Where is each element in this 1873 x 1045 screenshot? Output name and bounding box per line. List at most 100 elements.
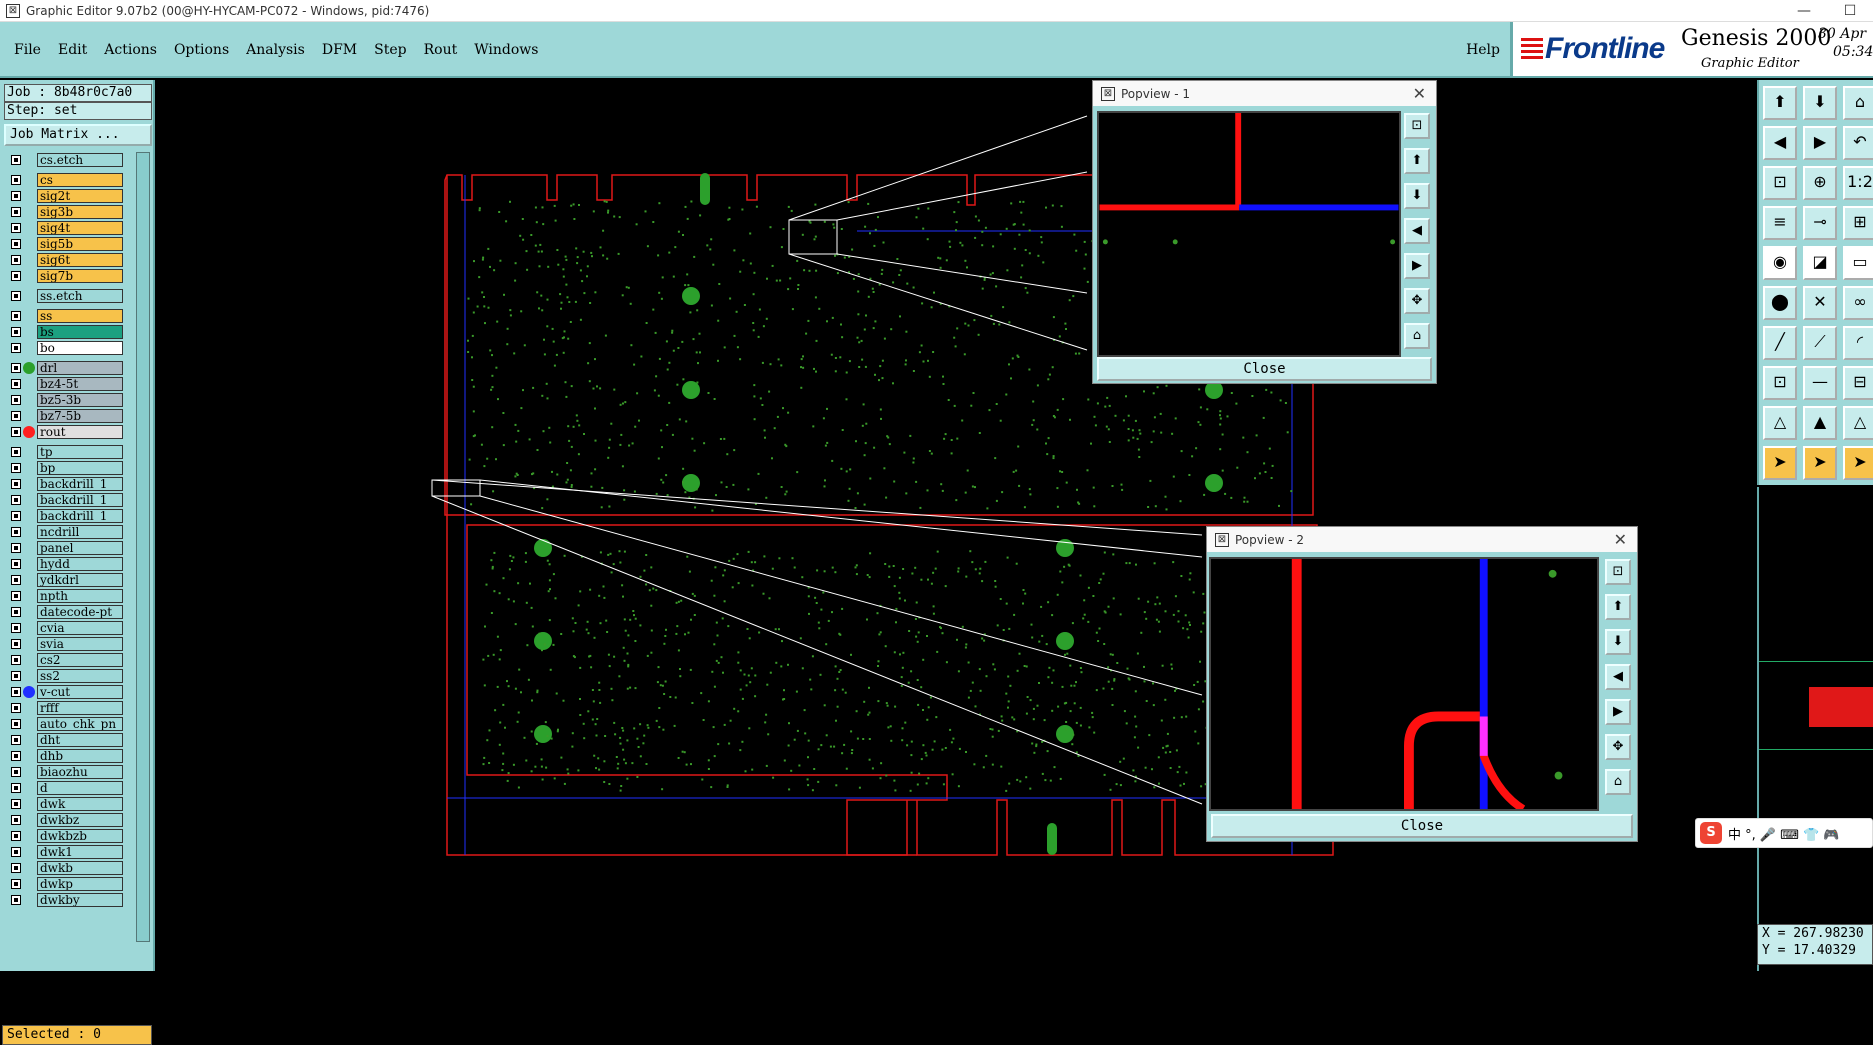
layer-row[interactable]: sig6t bbox=[4, 252, 124, 267]
layer-checkbox[interactable] bbox=[11, 254, 21, 265]
layer-checkbox[interactable] bbox=[11, 750, 21, 761]
layer-checkbox[interactable] bbox=[11, 378, 21, 389]
layer-row[interactable]: backdrill_1 bbox=[4, 492, 124, 507]
undo-icon[interactable]: ↶ bbox=[1843, 126, 1873, 160]
layer-name[interactable]: dwkby bbox=[37, 892, 123, 907]
layer-checkbox[interactable] bbox=[11, 782, 21, 793]
layer-name[interactable]: auto_chk_pn bbox=[37, 716, 123, 731]
line-icon[interactable]: ╱ bbox=[1763, 326, 1797, 360]
fit-icon[interactable]: ⊡ bbox=[1763, 166, 1797, 200]
layer-row[interactable]: sig4t bbox=[4, 220, 124, 235]
layer-name[interactable]: dwk1 bbox=[37, 844, 123, 859]
layer-name[interactable]: sig2t bbox=[37, 188, 123, 203]
layer-row[interactable]: backdrill_1 bbox=[4, 476, 124, 491]
layer-row[interactable]: ss bbox=[4, 308, 124, 323]
layer-checkbox[interactable] bbox=[11, 606, 21, 617]
layer-checkbox[interactable] bbox=[11, 410, 21, 421]
layer-name[interactable]: backdrill_1 bbox=[37, 508, 123, 523]
layer-checkbox[interactable] bbox=[11, 326, 21, 337]
menu-help[interactable]: Help bbox=[1466, 42, 1500, 58]
triangle2-icon[interactable]: ▲ bbox=[1803, 406, 1837, 440]
layer-row[interactable]: sig3b bbox=[4, 204, 124, 219]
zoom-out-icon[interactable]: ⬇ bbox=[1404, 183, 1430, 209]
layer-checkbox[interactable] bbox=[11, 290, 21, 301]
zoom-fit-icon[interactable]: ⊡ bbox=[1404, 113, 1430, 139]
layer-checkbox[interactable] bbox=[11, 362, 21, 373]
scale-icon[interactable]: 1:2 bbox=[1843, 166, 1873, 200]
layer-row[interactable]: sig5b bbox=[4, 236, 124, 251]
layer-name[interactable]: d bbox=[37, 780, 123, 795]
layer-row[interactable]: ss.etch bbox=[4, 288, 124, 303]
menu-step[interactable]: Step bbox=[374, 42, 406, 58]
layer-checkbox[interactable] bbox=[11, 222, 21, 233]
layer-row[interactable]: bp bbox=[4, 460, 124, 475]
layer-checkbox[interactable] bbox=[11, 894, 21, 905]
layer-name[interactable]: datecode-pt bbox=[37, 604, 123, 619]
zoom-in-icon[interactable]: ⬆ bbox=[1763, 86, 1797, 120]
link-icon[interactable]: ∞ bbox=[1843, 286, 1873, 320]
layer-checkbox[interactable] bbox=[11, 622, 21, 633]
sogou-icon[interactable]: S bbox=[1700, 822, 1722, 844]
pointer2-icon[interactable]: ➤ bbox=[1803, 446, 1837, 480]
menu-options[interactable]: Options bbox=[174, 42, 229, 58]
pan-right-icon[interactable]: ▶ bbox=[1404, 253, 1430, 279]
layer-name[interactable]: v-cut bbox=[37, 684, 123, 699]
layer-row[interactable]: svia bbox=[4, 636, 124, 651]
layer-name[interactable]: rfff bbox=[37, 700, 123, 715]
layer-name[interactable]: backdrill_1 bbox=[37, 476, 123, 491]
layer-name[interactable]: ss.etch bbox=[37, 288, 123, 303]
layer-row[interactable]: dwkby bbox=[4, 892, 124, 907]
cross-icon[interactable]: ✕ bbox=[1803, 286, 1837, 320]
layer-row[interactable]: datecode-pt bbox=[4, 604, 124, 619]
zoom-out-icon[interactable]: ⬇ bbox=[1803, 86, 1837, 120]
ruler-icon[interactable]: ▭ bbox=[1843, 246, 1873, 280]
minimize-button[interactable]: — bbox=[1781, 0, 1827, 22]
layer-row[interactable]: dwk1 bbox=[4, 844, 124, 859]
layer-name[interactable]: dwkbzb bbox=[37, 828, 123, 843]
layer-row[interactable]: bz7-5b bbox=[4, 408, 124, 423]
layer-checkbox[interactable] bbox=[11, 174, 21, 185]
layer-row[interactable]: tp bbox=[4, 444, 124, 459]
layer-checkbox[interactable] bbox=[11, 558, 21, 569]
layer-name[interactable]: panel bbox=[37, 540, 123, 555]
layer-name[interactable]: bp bbox=[37, 460, 123, 475]
popview-2-close-button[interactable]: Close bbox=[1211, 814, 1633, 838]
zoom-expand-icon[interactable]: ✥ bbox=[1404, 288, 1430, 314]
layer-checkbox[interactable] bbox=[11, 394, 21, 405]
pan-left-icon[interactable]: ◀ bbox=[1605, 664, 1631, 690]
layer-name[interactable]: ss bbox=[37, 308, 123, 323]
layer-name[interactable]: bz4-5t bbox=[37, 376, 123, 391]
menu-windows[interactable]: Windows bbox=[474, 42, 538, 58]
layer-name[interactable]: dwkb bbox=[37, 860, 123, 875]
layer-checkbox[interactable] bbox=[11, 542, 21, 553]
layer-name[interactable]: bs bbox=[37, 324, 123, 339]
popview-1-close-icon[interactable]: ✕ bbox=[1413, 84, 1426, 103]
layer-row[interactable]: biaozhu bbox=[4, 764, 124, 779]
layer-row[interactable]: rfff bbox=[4, 700, 124, 715]
layer-checkbox[interactable] bbox=[11, 846, 21, 857]
layer-row[interactable]: npth bbox=[4, 588, 124, 603]
layer-name[interactable]: ydkdrl bbox=[37, 572, 123, 587]
pan-right-icon[interactable]: ▶ bbox=[1803, 126, 1837, 160]
layer-name[interactable]: sig5b bbox=[37, 236, 123, 251]
layer-row[interactable]: backdrill_1 bbox=[4, 508, 124, 523]
layer-name[interactable]: biaozhu bbox=[37, 764, 123, 779]
layer-row[interactable]: cs2 bbox=[4, 652, 124, 667]
layer-row[interactable]: dht bbox=[4, 732, 124, 747]
layer-name[interactable]: cs.etch bbox=[37, 152, 123, 167]
layer-name[interactable]: backdrill_1 bbox=[37, 492, 123, 507]
layer-name[interactable]: sig6t bbox=[37, 252, 123, 267]
layer-name[interactable]: dwkp bbox=[37, 876, 123, 891]
layer-checkbox[interactable] bbox=[11, 766, 21, 777]
layer-name[interactable]: sig7b bbox=[37, 268, 123, 283]
menu-analysis[interactable]: Analysis bbox=[246, 42, 305, 58]
layer-checkbox[interactable] bbox=[11, 734, 21, 745]
layer-row[interactable]: cs bbox=[4, 172, 124, 187]
center-icon[interactable]: ⊕ bbox=[1803, 166, 1837, 200]
layer-name[interactable]: sig4t bbox=[37, 220, 123, 235]
pan-right-icon[interactable]: ▶ bbox=[1605, 699, 1631, 725]
layer-name[interactable]: cvia bbox=[37, 620, 123, 635]
layer-checkbox[interactable] bbox=[11, 526, 21, 537]
segment-icon[interactable]: ⟋ bbox=[1803, 326, 1837, 360]
menu-actions[interactable]: Actions bbox=[104, 42, 157, 58]
